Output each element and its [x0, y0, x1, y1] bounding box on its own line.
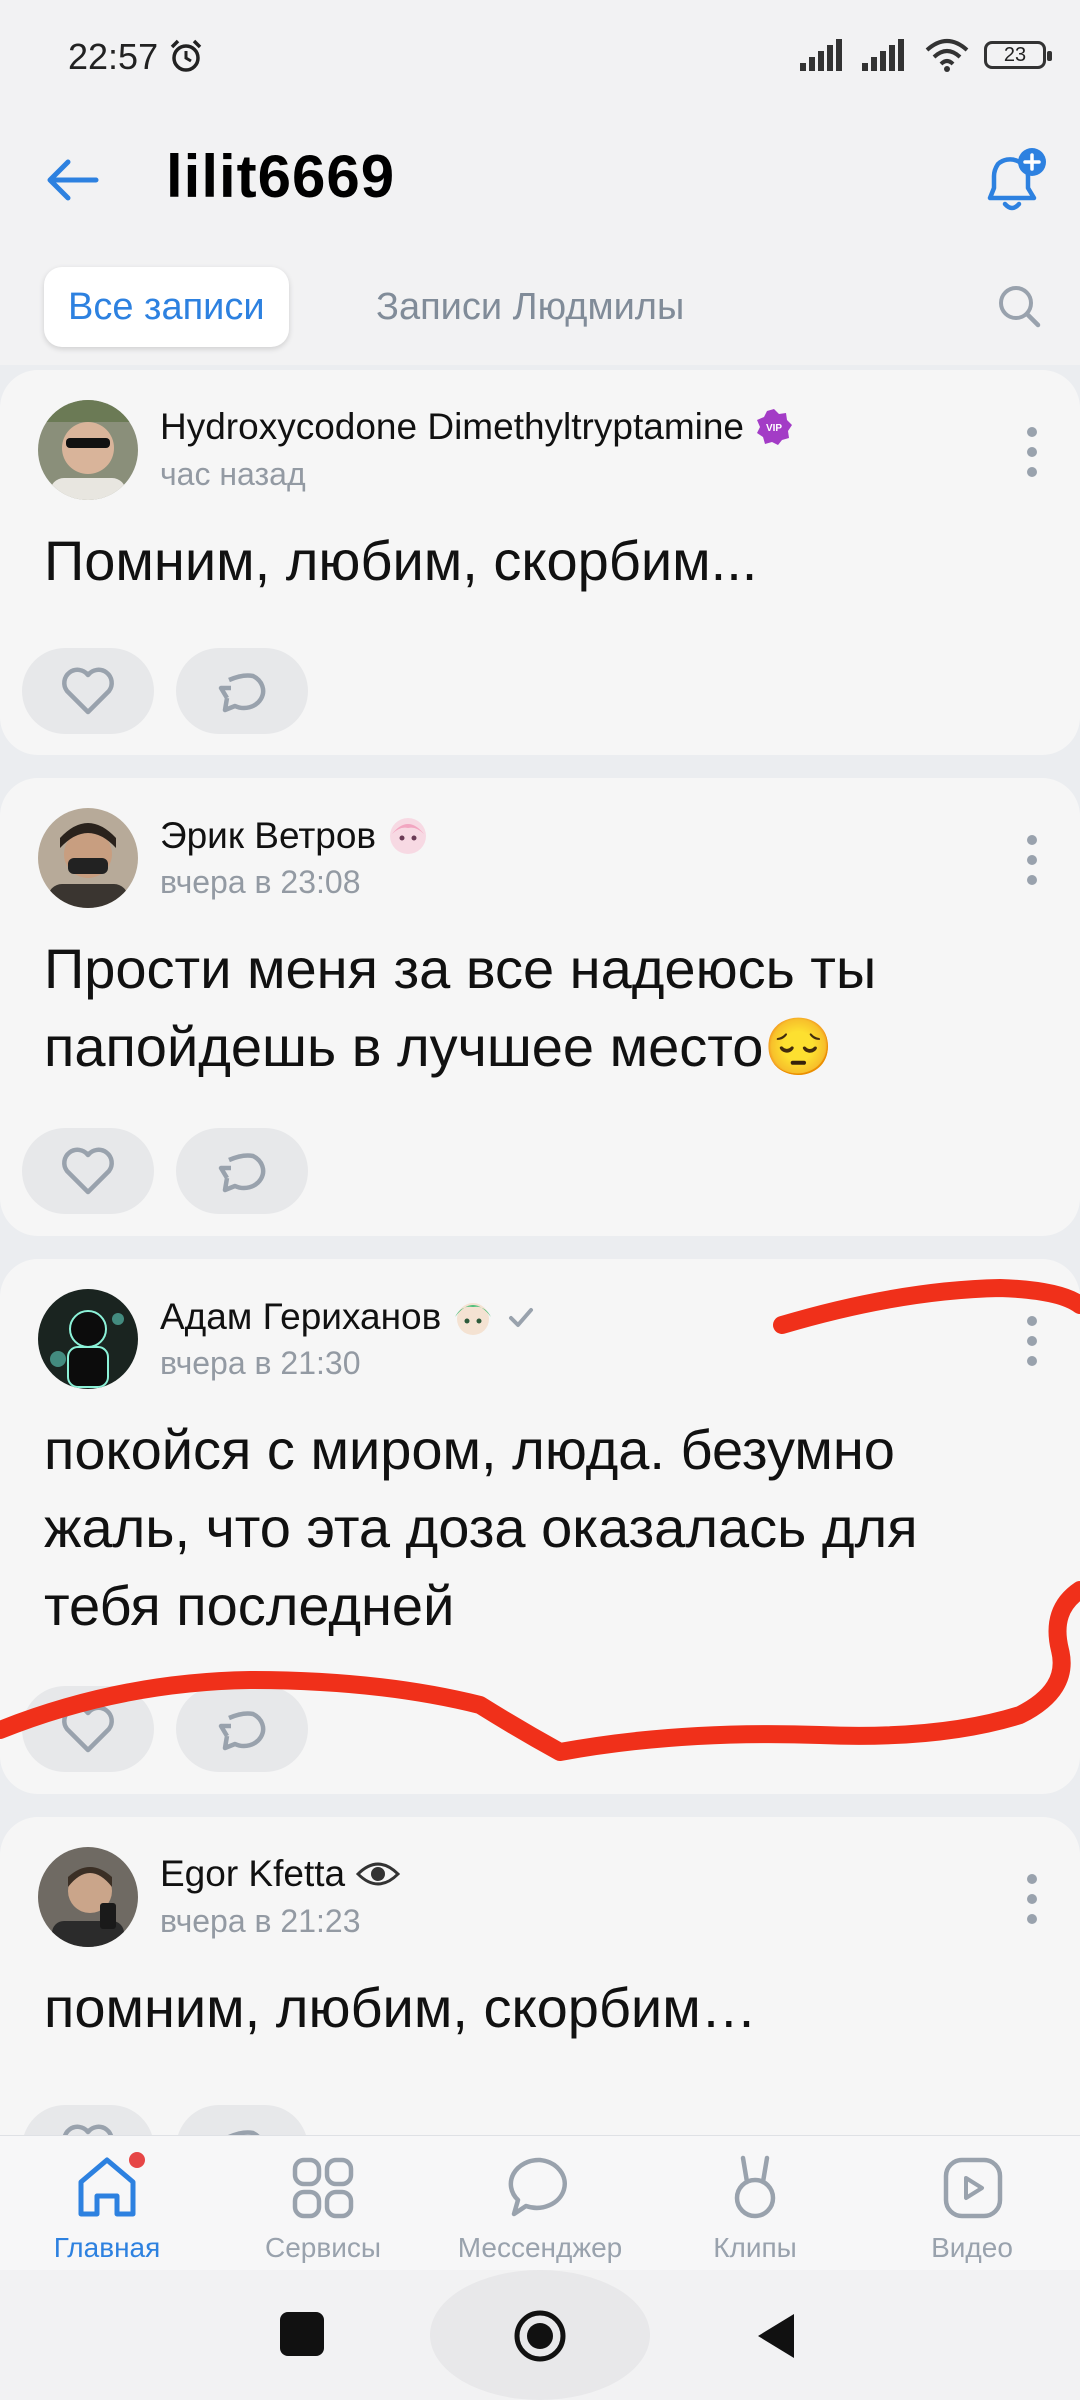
circle-icon — [514, 2310, 566, 2362]
post-author[interactable]: Эрик Ветров — [160, 814, 430, 858]
post-menu-button[interactable] — [1014, 422, 1050, 482]
heart-icon — [62, 667, 114, 715]
share-button[interactable] — [176, 648, 308, 734]
vip-badge-icon: VIP — [757, 409, 793, 445]
post-author[interactable]: Egor Kfetta — [160, 1853, 401, 1895]
avatar-image — [38, 1847, 138, 1947]
post-menu-button[interactable] — [1014, 830, 1050, 890]
home-button[interactable] — [512, 2308, 568, 2364]
post-time: вчера в 21:30 — [160, 1345, 361, 1381]
search-icon — [999, 286, 1041, 328]
alarm-icon — [170, 39, 202, 72]
subscribe-notifications-button[interactable] — [976, 144, 1052, 220]
share-icon — [218, 1153, 266, 1193]
post-menu-button[interactable] — [1014, 1311, 1050, 1371]
status-bar: 22:57 23 — [0, 0, 1080, 120]
nav-messenger[interactable]: Мессенджер — [440, 2150, 640, 2264]
nav-clips[interactable]: Клипы — [655, 2150, 855, 2264]
heart-icon — [62, 1705, 114, 1753]
post-actions — [22, 1686, 308, 1772]
share-button[interactable] — [176, 1686, 308, 1772]
signal-icon-2 — [862, 39, 904, 71]
nav-label: Мессенджер — [457, 2232, 623, 2263]
back-system-button[interactable] — [752, 2310, 800, 2362]
post-text: покойся с миром, люда. безумно жаль, что… — [44, 1418, 918, 1637]
notification-dot — [129, 2152, 145, 2168]
post-card: Эрик Ветров вчера в 23:08 Прости меня за… — [0, 778, 1080, 1236]
post-actions — [22, 1128, 308, 1214]
post-card: Адам Гериханов вчера в 21:30 покойся с м… — [0, 1259, 1080, 1794]
system-navigation-bar — [0, 2270, 1080, 2400]
eye-icon — [355, 1862, 401, 1886]
nav-home[interactable]: Главная — [7, 2150, 207, 2264]
nav-label: Сервисы — [264, 2232, 381, 2263]
recents-button[interactable] — [280, 2312, 324, 2356]
page-title: lilit6669 — [166, 143, 396, 210]
svg-text:VIP: VIP — [766, 423, 782, 434]
video-play-icon — [943, 2157, 1003, 2219]
status-time: 22:57 — [68, 36, 159, 77]
post-time: вчера в 21:23 — [160, 1903, 361, 1939]
post-author[interactable]: Адам Гериханов — [160, 1295, 537, 1339]
heart-icon — [62, 1147, 114, 1195]
post-author[interactable]: Hydroxycodone Dimethyltryptamine VIP — [160, 406, 794, 448]
battery-indicator: 23 — [984, 41, 1052, 69]
post-text: Прости меня за все надеюсь ты папойдешь … — [44, 937, 877, 1078]
tab-owner-posts[interactable]: Записи Людмилы — [352, 267, 708, 347]
search-button[interactable] — [990, 277, 1050, 337]
post-card: Hydroxycodone Dimethyltryptamine VIP час… — [0, 370, 1080, 755]
anime-sticker-icon — [455, 1303, 492, 1335]
author-name: Egor Kfetta — [160, 1853, 346, 1894]
post-text: Помним, любим, скорбим... — [44, 529, 758, 592]
post-time: вчера в 23:08 — [160, 864, 361, 900]
tab-all-posts[interactable]: Все записи — [44, 267, 289, 347]
post-menu-button[interactable] — [1014, 1869, 1050, 1929]
author-name: Адам Гериханов — [160, 1296, 442, 1337]
avatar[interactable] — [38, 1847, 138, 1947]
nav-services[interactable]: Сервисы — [223, 2150, 423, 2264]
avatar-image — [38, 1289, 138, 1389]
post-time: час назад — [160, 456, 306, 492]
bottom-navigation: Главная Сервисы Мессенджер Клипы Видео — [0, 2135, 1080, 2271]
back-button[interactable] — [40, 148, 104, 212]
feed-tabs: Все записи Записи Людмилы — [0, 255, 1080, 365]
avatar-image — [38, 808, 138, 908]
nav-label: Клипы — [713, 2232, 797, 2263]
chat-bubble-icon — [508, 2157, 567, 2217]
clips-icon — [734, 2155, 776, 2219]
like-button[interactable] — [22, 1128, 154, 1214]
avatar[interactable] — [38, 400, 138, 500]
share-icon — [218, 1711, 266, 1751]
post-actions — [22, 648, 308, 734]
header: lilit6669 — [0, 120, 1080, 260]
wifi-icon — [925, 39, 969, 72]
post-text: помним, любим, скорбим… — [44, 1976, 757, 2039]
avatar-image — [38, 400, 138, 500]
nav-label: Видео — [931, 2232, 1013, 2263]
triangle-back-icon — [758, 2314, 794, 2358]
share-button[interactable] — [176, 1128, 308, 1214]
verified-check-icon — [509, 1308, 534, 1327]
author-name: Эрик Ветров — [160, 815, 377, 856]
share-icon — [218, 673, 266, 713]
like-button[interactable] — [22, 1686, 154, 1772]
nav-label: Главная — [53, 2232, 161, 2263]
avatar[interactable] — [38, 808, 138, 908]
anime-sticker-icon — [390, 818, 427, 854]
signal-icon — [800, 39, 842, 71]
nav-video[interactable]: Видео — [872, 2150, 1072, 2264]
author-name: Hydroxycodone Dimethyltryptamine — [160, 406, 745, 447]
avatar[interactable] — [38, 1289, 138, 1389]
bell-plus-icon — [987, 148, 1046, 211]
like-button[interactable] — [22, 648, 154, 734]
grid-icon — [292, 2157, 354, 2219]
arrow-left-icon — [47, 159, 99, 201]
